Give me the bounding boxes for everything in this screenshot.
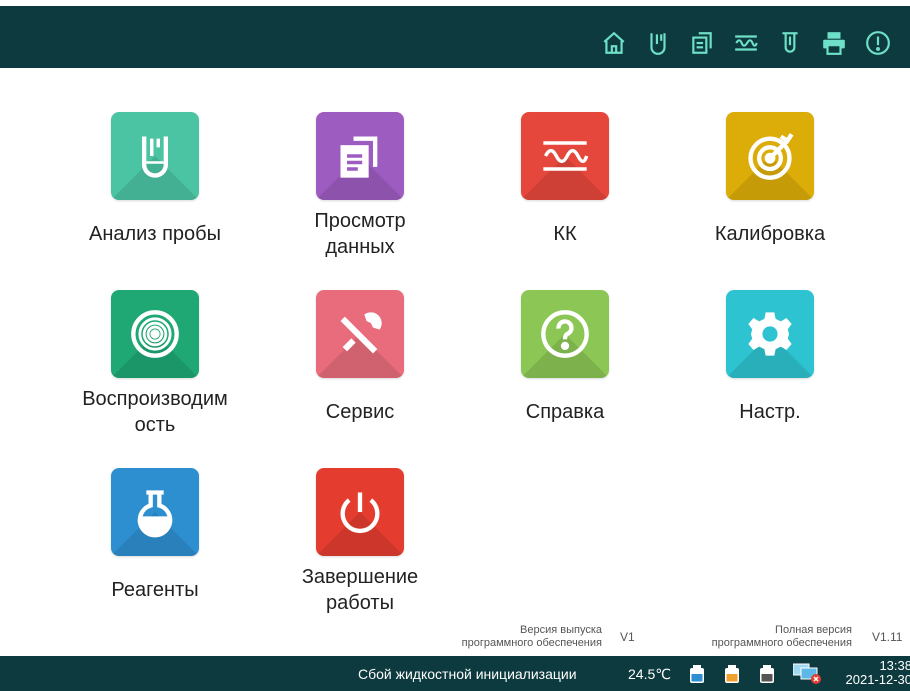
release-version-value: V1 [620, 630, 635, 644]
tile-sample-analysis[interactable]: Анализ пробы [55, 112, 255, 264]
temperature-readout: 24.5℃ [628, 666, 671, 682]
clock-time: 13:38 [879, 658, 910, 673]
tile-label: Настр. [739, 401, 801, 423]
tile-help[interactable]: Справка [465, 290, 665, 442]
full-version-label: Полная версия программного обеспечения [711, 624, 852, 649]
tile-service[interactable]: Сервис [260, 290, 460, 442]
tile-icon-box [316, 290, 404, 378]
tile-label: Справка [525, 401, 605, 423]
tile-icon-box [726, 290, 814, 378]
flask-icon [137, 490, 173, 538]
diluent-bottle-icon[interactable] [725, 665, 739, 683]
tile-label: Завершение работы [301, 566, 419, 614]
sample-tube-icon [142, 136, 168, 178]
tile-label: КК [553, 223, 577, 245]
tile-reproducibility[interactable]: Воспроизводим ость [55, 290, 255, 442]
tile-shutdown[interactable]: Завершение работы [260, 468, 460, 620]
help-icon [541, 310, 589, 358]
clock-date: 2021-12-30 [845, 672, 910, 687]
reagent-bottle-icon[interactable] [690, 665, 704, 683]
tools-icon [340, 312, 382, 354]
tile-label: Анализ пробы [89, 223, 221, 245]
status-message[interactable]: Сбой жидкостной инициализации [358, 666, 577, 682]
tile-icon-box [726, 112, 814, 200]
tile-icon-box [111, 290, 199, 378]
tile-icon-box [521, 112, 609, 200]
waste-bottle-icon[interactable] [760, 665, 774, 683]
tile-reagents[interactable]: Реагенты [55, 468, 255, 620]
clock: 13:38 2021-12-30 [832, 659, 910, 687]
tile-calibration[interactable]: Калибровка [670, 112, 870, 264]
tile-label: Просмотр данных [314, 210, 406, 258]
network-error-icon[interactable] [793, 663, 823, 685]
gear-icon [748, 312, 792, 356]
tile-icon-box [316, 112, 404, 200]
tile-icon-box [111, 112, 199, 200]
tile-settings[interactable]: Настр. [670, 290, 870, 442]
full-version-value: V1.11 [872, 630, 903, 644]
target-icon [748, 133, 794, 180]
tile-icon-box [521, 290, 609, 378]
tile-icon-box [316, 468, 404, 556]
release-version-label: Версия выпуска программного обеспечения [461, 624, 602, 649]
power-icon [340, 492, 380, 534]
main-menu: Анализ пробы Просмотр данных КК Калибров… [0, 0, 910, 640]
tile-label: Реагенты [111, 579, 199, 601]
data-review-icon [340, 136, 378, 178]
qc-wave-icon [543, 141, 589, 171]
tile-label: Сервис [325, 401, 395, 423]
reproducibility-icon [131, 310, 179, 358]
tile-label: Воспроизводим ость [82, 388, 228, 436]
tile-qc[interactable]: КК [465, 112, 665, 264]
tile-data-review[interactable]: Просмотр данных [260, 112, 460, 264]
tile-icon-box [111, 468, 199, 556]
tile-label: Калибровка [714, 223, 826, 245]
status-bar: Сбой жидкостной инициализации 24.5℃ 13:3… [0, 656, 910, 691]
